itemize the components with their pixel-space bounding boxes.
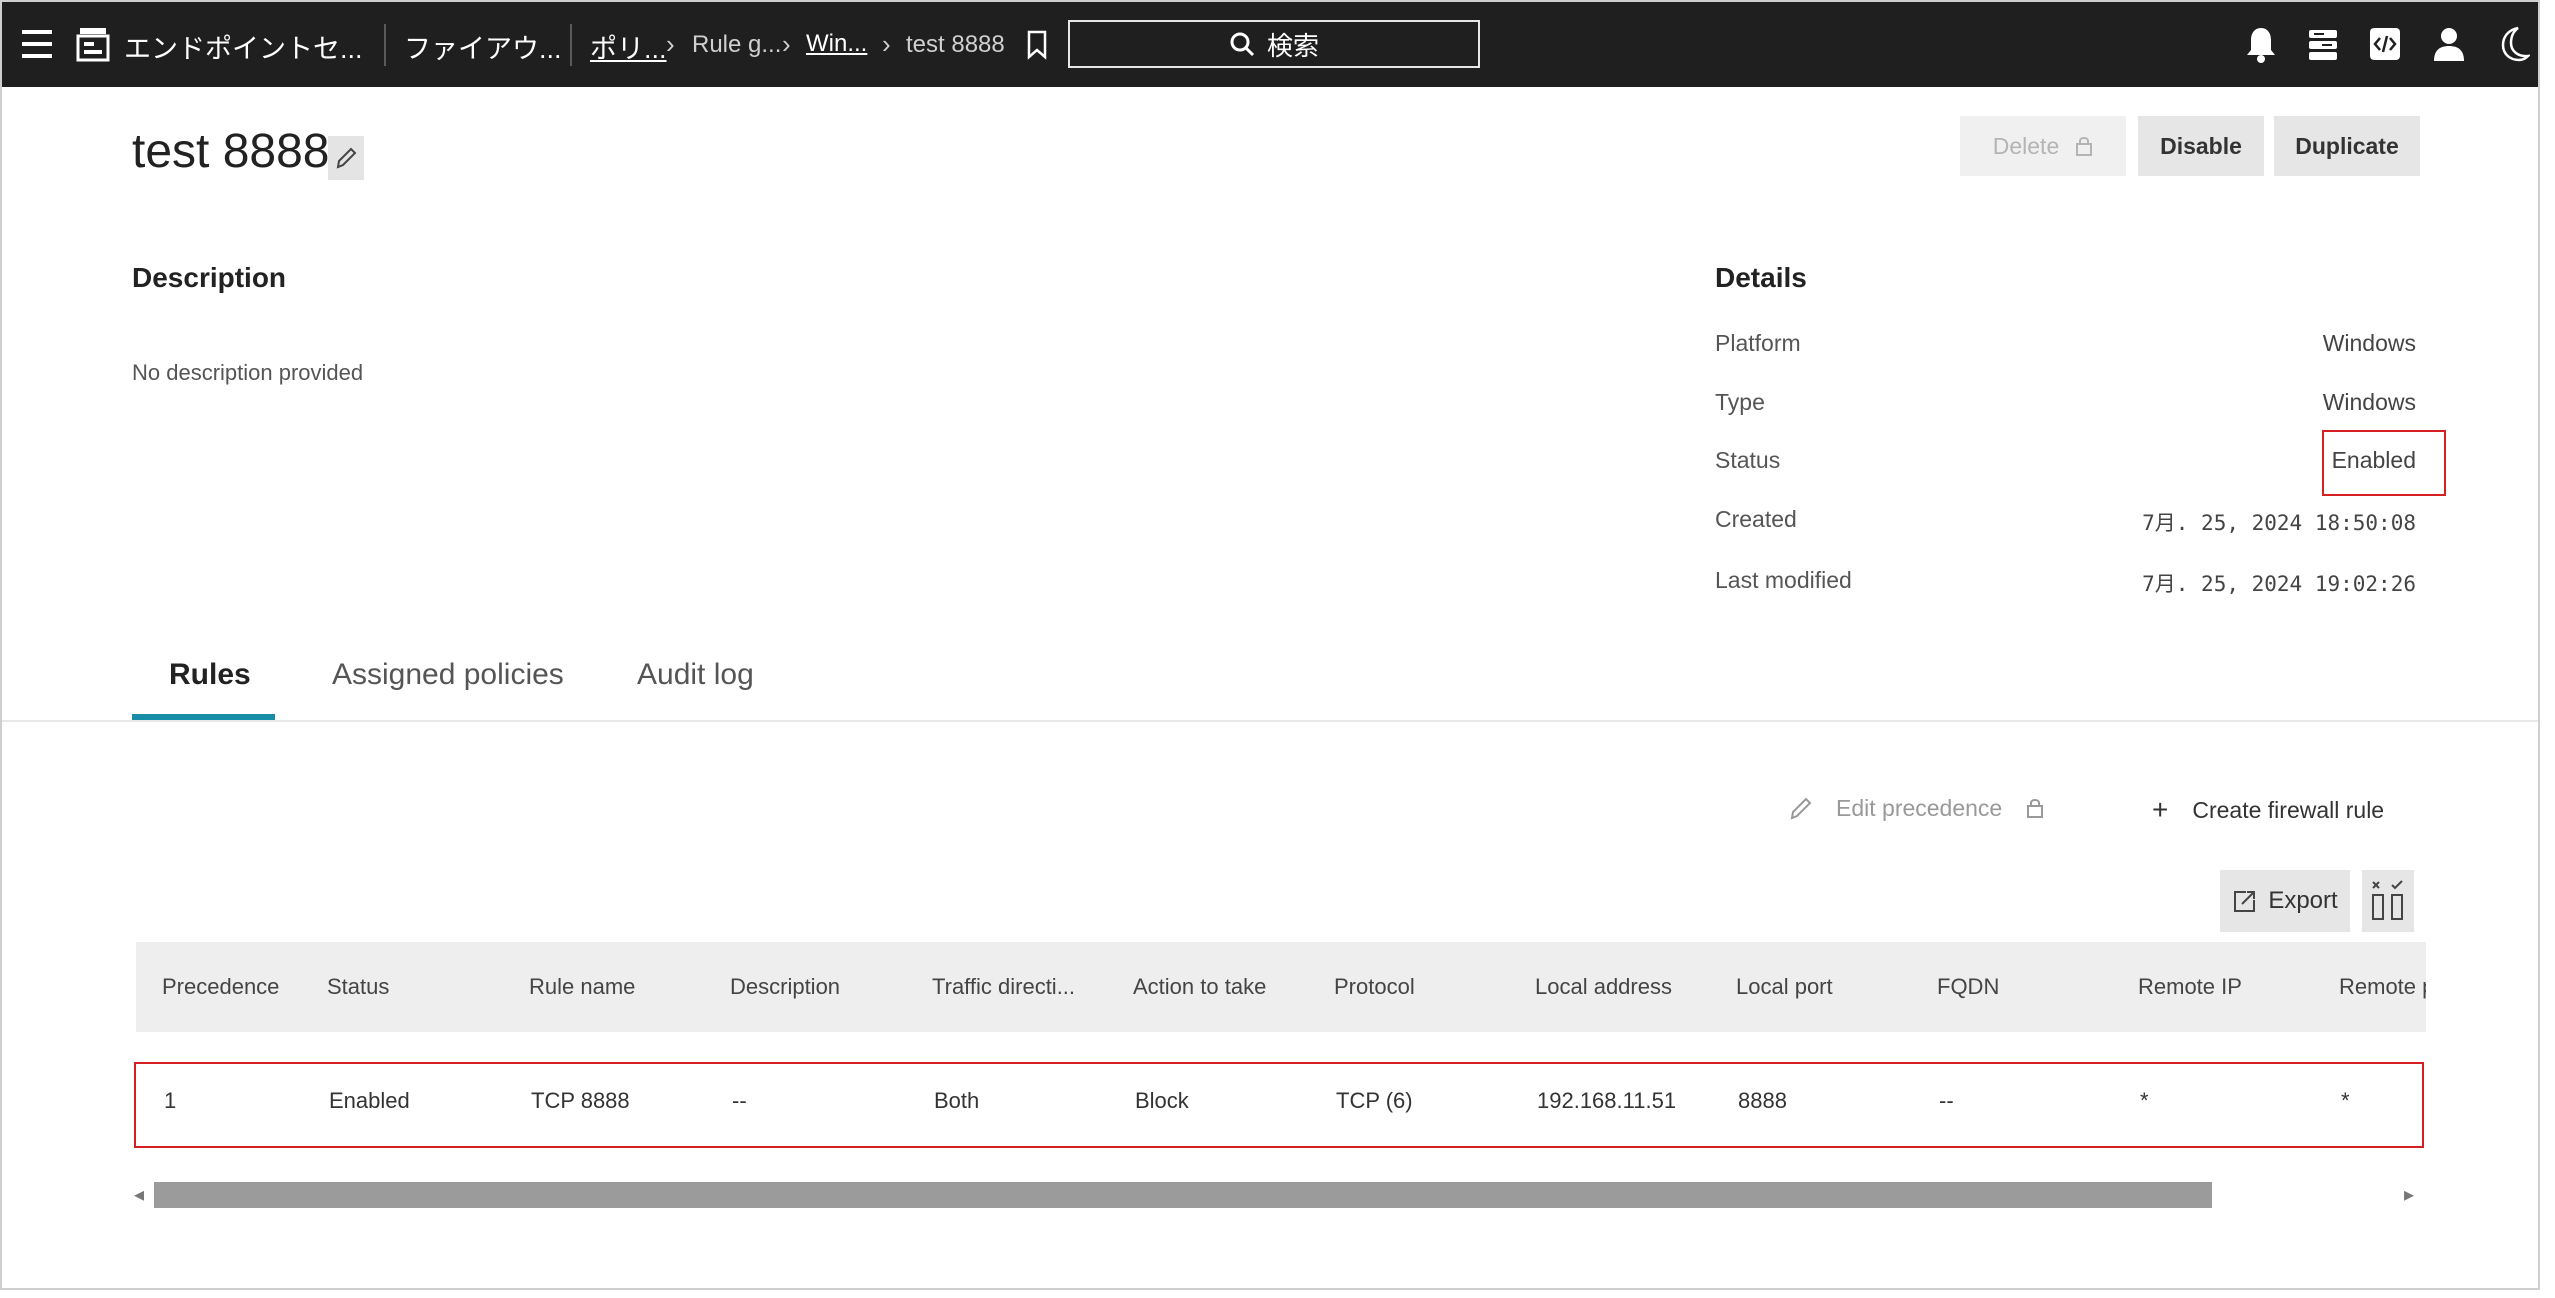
topbar-divider [570, 24, 572, 66]
scroll-left-arrow-icon[interactable]: ◂ [134, 1182, 144, 1207]
tab-assigned-policies[interactable]: Assigned policies [332, 658, 564, 692]
breadcrumb-chevron-icon: › [882, 29, 891, 59]
details-heading: Details [1715, 262, 1807, 293]
create-firewall-rule-label: Create firewall rule [2192, 796, 2385, 823]
detail-value-last-modified: 7月. 25, 2024 19:02:26 [2142, 572, 2416, 596]
detail-label-status: Status [1715, 447, 1781, 473]
col-header-description[interactable]: Description [730, 974, 840, 1000]
detail-value-type: Windows [2322, 389, 2416, 415]
description-heading: Description [132, 262, 287, 293]
pencil-icon [336, 147, 357, 169]
scroll-right-arrow-icon[interactable]: ▸ [2404, 1182, 2414, 1207]
detail-label-platform: Platform [1715, 330, 1801, 356]
edit-title-button[interactable] [328, 136, 364, 180]
column-settings-icon [2372, 880, 2403, 920]
export-label: Export [2268, 887, 2338, 914]
search-icon [1230, 32, 1255, 57]
description-text: No description provided [132, 360, 364, 385]
developer-code-icon[interactable] [2368, 24, 2402, 64]
notification-bell-icon[interactable] [2244, 24, 2278, 64]
app-name[interactable]: エンドポイントセ... [124, 27, 363, 66]
breadcrumb-rule-group[interactable]: Rule g... [692, 31, 781, 59]
pencil-icon [1790, 797, 1812, 820]
col-header-traffic-direction[interactable]: Traffic directi... [932, 974, 1075, 1000]
col-header-local-port[interactable]: Local port [1736, 974, 1833, 1000]
topbar-divider [384, 24, 386, 66]
tab-rules[interactable]: Rules [169, 658, 251, 692]
user-profile-icon[interactable] [2432, 24, 2466, 64]
detail-value-platform: Windows [2322, 330, 2416, 356]
app-logo-icon [76, 24, 110, 64]
breadcrumb-windows[interactable]: Win... [806, 30, 867, 58]
create-firewall-rule-button[interactable]: + Create firewall rule [2152, 794, 2384, 826]
breadcrumb-current: test 8888 [906, 31, 1005, 58]
tabs-divider [2, 720, 2538, 722]
bookmark-icon[interactable] [1026, 30, 1048, 60]
table-header: Precedence Status Rule name Description … [136, 942, 2426, 1032]
detail-value-created: 7月. 25, 2024 18:50:08 [2142, 511, 2416, 535]
col-header-local-address[interactable]: Local address [1535, 974, 1672, 1000]
status-highlight-box [2322, 430, 2446, 496]
lock-icon [2027, 799, 2044, 818]
col-header-remote-port[interactable]: Remote p [2339, 974, 2426, 1000]
lock-icon [2076, 137, 2093, 156]
plus-icon: + [2152, 794, 2169, 825]
edit-precedence-button[interactable]: Edit precedence [1788, 794, 2044, 822]
delete-label: Delete [1992, 132, 2060, 159]
hamburger-menu-icon[interactable] [20, 24, 54, 64]
col-header-remote-ip[interactable]: Remote IP [2138, 974, 2242, 1000]
page-title: test 8888 [132, 125, 330, 178]
row-highlight-box [134, 1062, 2424, 1148]
export-icon [2234, 891, 2256, 912]
breadcrumb-chevron-icon: › [666, 29, 675, 59]
col-header-status[interactable]: Status [327, 974, 389, 1000]
duplicate-button[interactable]: Duplicate [2274, 116, 2420, 176]
app-window: エンドポイントセ... ファイアウ... ポリ... › Rule g... ›… [0, 0, 2540, 1290]
detail-label-created: Created [1715, 506, 1797, 532]
breadcrumb-chevron-icon: › [782, 29, 791, 59]
top-bar: エンドポイントセ... ファイアウ... ポリ... › Rule g... ›… [2, 2, 2538, 87]
stack-icon[interactable] [2306, 24, 2340, 64]
dark-mode-moon-icon[interactable] [2496, 24, 2530, 64]
col-header-precedence[interactable]: Precedence [162, 974, 279, 1000]
scrollbar-thumb[interactable] [154, 1182, 2212, 1208]
detail-label-type: Type [1715, 389, 1765, 415]
col-header-fqdn[interactable]: FQDN [1937, 974, 1999, 1000]
detail-label-last-modified: Last modified [1715, 567, 1852, 593]
edit-precedence-label: Edit precedence [1836, 794, 2003, 821]
delete-button[interactable]: Delete [1960, 116, 2126, 176]
breadcrumb-policy[interactable]: ポリ... [590, 27, 667, 66]
search-label: 検索 [1266, 30, 1319, 61]
column-settings-button[interactable] [2362, 870, 2414, 932]
tab-audit-log[interactable]: Audit log [637, 658, 754, 692]
breadcrumb-firewall[interactable]: ファイアウ... [404, 27, 562, 66]
disable-button[interactable]: Disable [2138, 116, 2264, 176]
col-header-action[interactable]: Action to take [1133, 974, 1266, 1000]
export-button[interactable]: Export [2220, 870, 2350, 932]
search-bar[interactable]: 検索 [1068, 20, 1480, 68]
col-header-protocol[interactable]: Protocol [1334, 974, 1415, 1000]
col-header-rule-name[interactable]: Rule name [529, 974, 635, 1000]
